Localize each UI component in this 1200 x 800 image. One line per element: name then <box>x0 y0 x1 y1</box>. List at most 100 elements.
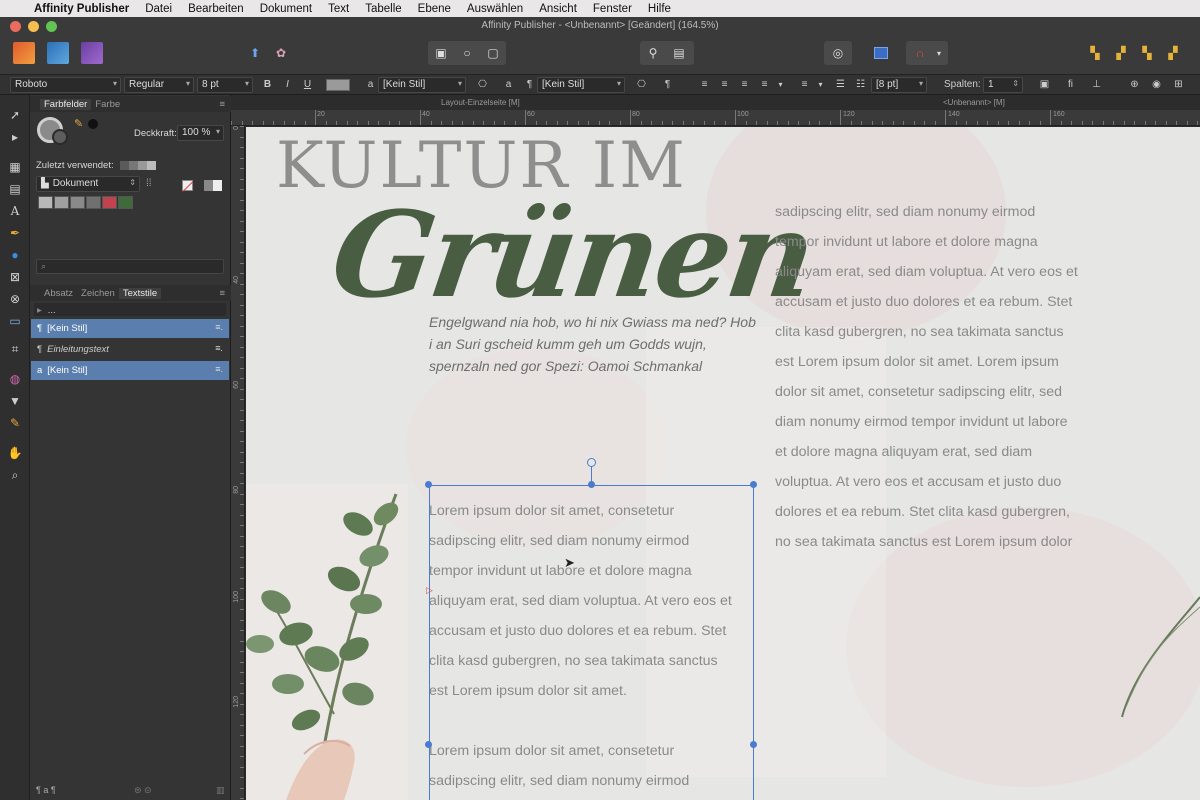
resize-handle[interactable] <box>750 481 757 488</box>
show-special-characters-icon[interactable]: ¶ <box>659 77 676 93</box>
align-right-icon[interactable]: ≡ <box>736 77 753 93</box>
arrange-backward-icon[interactable]: ▞ <box>1110 43 1132 63</box>
panel-menu-icon[interactable]: ≡ <box>219 99 225 110</box>
menu-hilfe[interactable]: Hilfe <box>640 3 679 15</box>
character-style-options-icon[interactable]: ⎔ <box>474 77 491 93</box>
transform-icon[interactable]: ⊞ <box>1170 77 1187 93</box>
panel-menu-icon[interactable]: ≡ <box>219 288 225 299</box>
swatch-3[interactable] <box>70 196 85 209</box>
numbered-list-icon[interactable]: ☷ <box>852 77 869 93</box>
right-text-column[interactable]: sadipscing elitr, sed diam nonumy eirmod… <box>775 197 1105 557</box>
stroke-color-well[interactable] <box>52 129 68 145</box>
leading-field[interactable]: [8 pt] ▾ <box>871 77 927 93</box>
style-group-row[interactable]: ▸... <box>31 301 229 320</box>
character-style-field[interactable]: [Kein Stil] ▾ <box>378 77 466 93</box>
align-center-icon[interactable]: ≡ <box>716 77 733 93</box>
crop-tool-icon[interactable]: ⌗ <box>5 339 25 359</box>
swatch-4[interactable] <box>86 196 101 209</box>
style-row-kein-stil[interactable]: ¶ [Kein Stil] ≡. <box>31 319 229 338</box>
new-style-icons[interactable]: ¶ a ¶ <box>36 785 56 795</box>
share-icon[interactable]: ⬆ <box>244 43 266 63</box>
pen-tool-icon[interactable]: ✒ <box>5 223 25 243</box>
view-mode-icon[interactable] <box>870 43 892 63</box>
move-tool-icon[interactable]: ➚ <box>5 105 25 125</box>
document-tab[interactable]: <Unbenannt> [M] <box>943 98 1005 107</box>
master-page-tab[interactable]: Layout-Einzelseite [M] <box>441 98 520 107</box>
arrange-back-icon[interactable]: ▚ <box>1084 43 1106 63</box>
resize-handle[interactable] <box>750 741 757 748</box>
ellipse-frame-tool-icon[interactable]: ⊗ <box>5 289 25 309</box>
bold-button[interactable]: B <box>259 77 276 93</box>
vertical-align-icon[interactable]: ≡ <box>796 77 813 93</box>
swatch-2[interactable] <box>54 196 69 209</box>
underline-button[interactable]: U <box>299 77 316 93</box>
tab-absatz[interactable]: Absatz <box>40 288 77 299</box>
tab-farbe[interactable]: Farbe <box>91 99 124 110</box>
baseline-grid-icon[interactable]: ⊥ <box>1088 77 1105 93</box>
script-title[interactable]: Grünen <box>324 185 821 324</box>
delete-style-icon[interactable]: ▥ <box>216 785 225 796</box>
snapping-magnet-icon[interactable]: ∩ <box>909 43 931 63</box>
publisher-persona-icon[interactable] <box>13 42 35 64</box>
style-options-icon[interactable]: ≡. <box>215 364 223 374</box>
text-color-swatch[interactable] <box>326 79 350 91</box>
intro-text[interactable]: Engelgwand nia hob, wo hi nix Gwiass ma … <box>429 311 759 377</box>
snapping-dropdown-icon[interactable]: ▾ <box>932 43 946 63</box>
ellipse-frame-icon[interactable]: ○ <box>456 43 478 63</box>
menu-dokument[interactable]: Dokument <box>252 3 320 15</box>
text-frame-options-icon[interactable]: ▣ <box>1036 77 1053 93</box>
document-page[interactable]: KULTUR IM Grünen Engelgwand nia hob, wo … <box>246 127 1200 800</box>
shape-tool-icon[interactable]: ● <box>5 245 25 265</box>
rotation-handle[interactable] <box>587 458 596 467</box>
menu-app-name[interactable]: Affinity Publisher <box>26 3 137 15</box>
opacity-field[interactable]: 100 % ▾ <box>177 125 224 141</box>
picture-frame-tool-icon[interactable]: ⊠ <box>5 267 25 287</box>
text-wrap-icon[interactable]: ▤ <box>668 43 690 63</box>
color-picker-tool-icon[interactable]: ◍ <box>5 369 25 389</box>
swatch-6[interactable] <box>118 196 133 209</box>
palette-options-icon[interactable]: ⁞⁞ <box>146 178 152 189</box>
swatch-5[interactable] <box>102 196 117 209</box>
swatch-search-input[interactable]: ⌕ <box>36 259 224 274</box>
eucalyptus-photo[interactable] <box>246 484 408 800</box>
pin-icon[interactable]: ⚲ <box>642 43 664 63</box>
frame-text-tool-icon[interactable]: ▦ <box>5 157 25 177</box>
menu-fenster[interactable]: Fenster <box>585 3 640 15</box>
font-size-field[interactable]: 8 pt ▾ <box>197 77 253 93</box>
fill-tool-icon[interactable]: ▼ <box>5 391 25 411</box>
menu-datei[interactable]: Datei <box>137 3 180 15</box>
tab-zeichen[interactable]: Zeichen <box>77 288 119 299</box>
eyedropper-tool-icon[interactable]: ✎ <box>5 413 25 433</box>
text-flow-arrow-icon[interactable]: ▷ <box>426 585 433 596</box>
font-style-field[interactable]: Regular ▾ <box>124 77 194 93</box>
tab-farbfelder[interactable]: Farbfelder <box>40 98 92 110</box>
style-options-icon[interactable]: ≡. <box>215 343 223 353</box>
arrange-front-icon[interactable]: ▞ <box>1162 43 1184 63</box>
ligatures-icon[interactable]: fi <box>1062 77 1079 93</box>
designer-persona-icon[interactable] <box>47 42 69 64</box>
paragraph-style-options-icon[interactable]: ⎔ <box>633 77 650 93</box>
zoom-tool-icon[interactable]: ⌕ <box>5 465 25 485</box>
photo-persona-icon[interactable] <box>81 42 103 64</box>
text-case-icon[interactable]: a <box>500 77 517 93</box>
no-color-swatch[interactable] <box>182 180 194 192</box>
menu-ansicht[interactable]: Ansicht <box>531 3 585 15</box>
menu-auswaehlen[interactable]: Auswählen <box>459 3 531 15</box>
artistic-text-tool-icon[interactable]: A <box>5 201 25 221</box>
picture-frame-icon[interactable]: ▣ <box>430 43 452 63</box>
bullet-list-icon[interactable]: ☰ <box>832 77 849 93</box>
chevron-down-icon[interactable]: ▾ <box>812 77 829 93</box>
resize-handle[interactable] <box>425 741 432 748</box>
color-pair-swatch[interactable] <box>204 180 222 191</box>
paragraph-style-field[interactable]: [Kein Stil] ▾ <box>537 77 625 93</box>
align-left-icon[interactable]: ≡ <box>696 77 713 93</box>
style-action-icons[interactable]: ⊜ ⊝ <box>134 785 152 796</box>
menu-text[interactable]: Text <box>320 3 357 15</box>
table-tool-icon[interactable]: ▤ <box>5 179 25 199</box>
assets-icon[interactable]: ✿ <box>270 43 292 63</box>
menu-ebene[interactable]: Ebene <box>410 3 459 15</box>
justify-icon[interactable]: ≡ <box>756 77 773 93</box>
placeholder-icon[interactable]: ▢ <box>482 43 504 63</box>
italic-button[interactable]: I <box>279 77 296 93</box>
menu-bearbeiten[interactable]: Bearbeiten <box>180 3 252 15</box>
